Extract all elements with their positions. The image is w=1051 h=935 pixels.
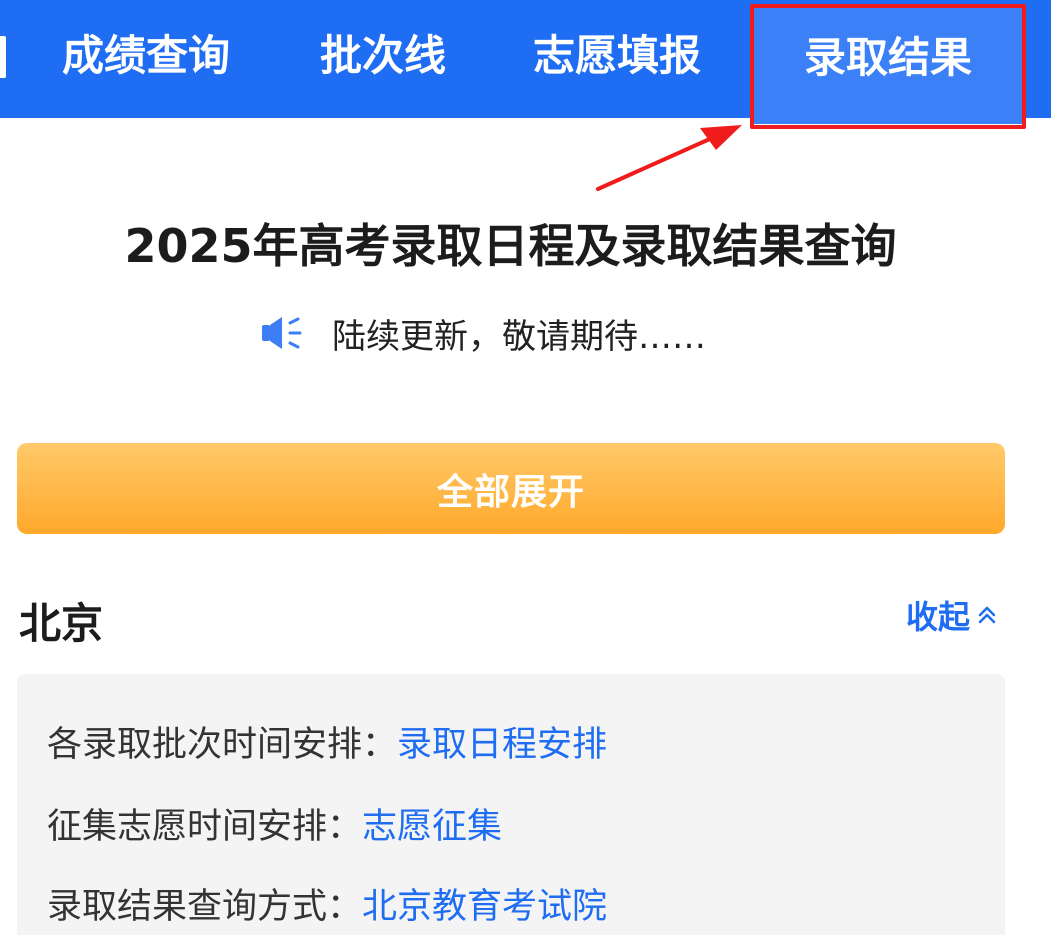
tab-score-query[interactable]: 成绩查询: [62, 0, 230, 118]
speaker-icon: [262, 317, 302, 349]
notice-text: 陆续更新，敬请期待……: [332, 316, 706, 357]
collapse-button[interactable]: 收起: [906, 595, 998, 636]
info-row-label: 各录取批次时间安排：: [47, 724, 398, 765]
notice: 陆续更新，敬请期待……: [260, 308, 706, 358]
exam-authority-link[interactable]: 北京教育考试院: [362, 878, 607, 929]
tab-batch-line[interactable]: 批次线: [320, 0, 446, 118]
admission-schedule-link[interactable]: 录取日程安排: [397, 716, 607, 767]
supplementary-application-link[interactable]: 志愿征集: [362, 798, 502, 849]
tab-admission-result[interactable]: 录取结果: [754, 6, 1022, 124]
page: 成绩查询 批次线 志愿填报 录取结果 2025年高考录取日程及录取结果查询 陆续…: [0, 0, 1051, 935]
info-row-label: 录取结果查询方式：: [47, 886, 363, 927]
page-title: 2025年高考录取日程及录取结果查询: [124, 219, 897, 273]
nav-scroll-edge: [0, 36, 6, 78]
info-row: 征集志愿时间安排： 志愿征集: [47, 798, 502, 848]
tab-application[interactable]: 志愿填报: [533, 0, 701, 118]
info-row: 录取结果查询方式： 北京教育考试院: [47, 878, 607, 928]
info-row: 各录取批次时间安排： 录取日程安排: [47, 716, 607, 766]
collapse-label: 收起: [906, 598, 971, 636]
double-chevron-up-icon: [978, 606, 996, 624]
top-nav: 成绩查询 批次线 志愿填报 录取结果: [0, 0, 1051, 129]
province-title: 北京: [19, 599, 104, 648]
info-card: 各录取批次时间安排： 录取日程安排 征集志愿时间安排： 志愿征集 录取结果查询方…: [17, 674, 1005, 935]
expand-all-button[interactable]: 全部展开: [17, 443, 1005, 534]
info-row-label: 征集志愿时间安排：: [47, 806, 363, 847]
